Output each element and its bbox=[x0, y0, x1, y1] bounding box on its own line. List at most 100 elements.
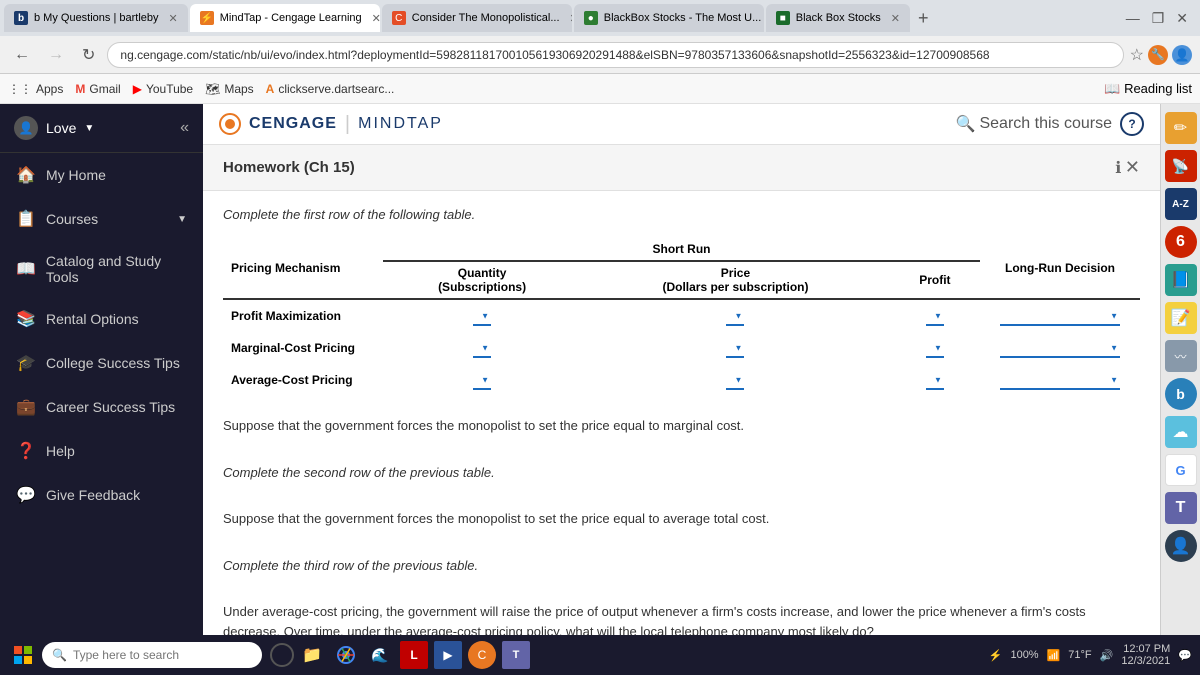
tab-label-consider: Consider The Monopolistical... bbox=[412, 12, 560, 24]
tab-close-blackbox2-icon[interactable]: ✕ bbox=[891, 12, 900, 25]
bookmark-apps[interactable]: ⋮⋮ Apps bbox=[8, 82, 63, 96]
tab-blackbox1[interactable]: ● BlackBox Stocks - The Most U... ✕ bbox=[574, 4, 764, 32]
sidebar-item-my-home[interactable]: 🏠 My Home bbox=[0, 153, 203, 197]
right-icon-wave[interactable]: 〰 bbox=[1165, 340, 1197, 372]
tab-close-mindtap-icon[interactable]: ✕ bbox=[372, 12, 380, 25]
right-icon-notepad[interactable]: 📝 bbox=[1165, 302, 1197, 334]
taskbar-icon-app[interactable]: ▶ bbox=[434, 641, 462, 669]
address-input[interactable] bbox=[107, 42, 1123, 68]
search-button[interactable]: 🔍 Search this course bbox=[956, 114, 1112, 134]
hw-content: Complete the first row of the following … bbox=[203, 191, 1160, 635]
sidebar-collapse-button[interactable]: « bbox=[180, 119, 189, 137]
price-select-profit-max[interactable] bbox=[726, 306, 744, 326]
taskbar-search-box[interactable]: 🔍 bbox=[42, 642, 262, 668]
profile-icon[interactable]: 👤 bbox=[1172, 45, 1192, 65]
tab-mindtap[interactable]: ⚡ MindTap - Cengage Learning ✕ bbox=[190, 4, 380, 32]
profit-dropdown-marginal[interactable] bbox=[890, 332, 980, 364]
profit-select-average[interactable] bbox=[926, 370, 944, 390]
col-pricing: Pricing Mechanism bbox=[223, 238, 383, 299]
longrun-dropdown-average[interactable] bbox=[980, 364, 1140, 396]
taskbar-icon-cengage[interactable]: C bbox=[468, 641, 496, 669]
right-icon-b[interactable]: b bbox=[1165, 378, 1197, 410]
refresh-button[interactable]: ↻ bbox=[76, 43, 101, 67]
tab-bartleby[interactable]: b b My Questions | bartleby ✕ bbox=[4, 4, 188, 32]
ext-icon1[interactable]: 🔧 bbox=[1148, 45, 1168, 65]
right-icon-az[interactable]: A-Z bbox=[1165, 188, 1197, 220]
right-icon-cloud[interactable]: ☁ bbox=[1165, 416, 1197, 448]
tab-close-icon[interactable]: ✕ bbox=[169, 12, 178, 25]
hw-panel: Homework (Ch 15) ℹ ✕ Complete the first … bbox=[203, 145, 1160, 635]
right-icon-book[interactable]: 📘 bbox=[1165, 264, 1197, 296]
price-dropdown-average[interactable] bbox=[581, 364, 890, 396]
taskbar-icon-l[interactable]: L bbox=[400, 641, 428, 669]
sidebar-item-rental[interactable]: 📚 Rental Options bbox=[0, 297, 203, 341]
short-run-header: Short Run bbox=[383, 238, 980, 261]
mindtap-logo: CENGAGE | MINDTAP bbox=[219, 113, 443, 136]
star-icon[interactable]: ☆ bbox=[1130, 45, 1144, 65]
quantity-dropdown-profit-max[interactable] bbox=[383, 299, 581, 332]
sidebar-item-label: Catalog and Study Tools bbox=[46, 253, 187, 285]
close-icon[interactable]: ✕ bbox=[1176, 10, 1188, 27]
minimize-icon[interactable]: — bbox=[1126, 10, 1140, 27]
bookmark-clickserve[interactable]: A clickserve.dartsearc... bbox=[266, 82, 395, 96]
profit-select-profit-max[interactable] bbox=[926, 306, 944, 326]
tab-close-consider-icon[interactable]: ✕ bbox=[570, 12, 572, 25]
para-1: Suppose that the government forces the m… bbox=[223, 416, 1140, 436]
taskbar-search-input[interactable] bbox=[73, 648, 233, 662]
sidebar-user[interactable]: 👤 Love ▼ bbox=[14, 116, 94, 140]
hw-info-button[interactable]: ℹ bbox=[1115, 158, 1121, 178]
tab-blackbox2[interactable]: ■ Black Box Stocks ✕ bbox=[766, 4, 910, 32]
start-button[interactable] bbox=[8, 640, 38, 670]
tab-consider[interactable]: C Consider The Monopolistical... ✕ bbox=[382, 4, 572, 32]
right-icon-6[interactable]: 6 bbox=[1165, 226, 1197, 258]
taskbar-search-icon: 🔍 bbox=[52, 648, 67, 662]
restore-icon[interactable]: ❐ bbox=[1152, 10, 1165, 27]
right-icon-rss[interactable]: 📡 bbox=[1165, 150, 1197, 182]
chrome-icon bbox=[337, 646, 355, 664]
profit-dropdown-average[interactable] bbox=[890, 364, 980, 396]
longrun-select-average[interactable] bbox=[1000, 370, 1120, 390]
taskbar-icon-files[interactable]: 📁 bbox=[298, 641, 326, 669]
forward-button[interactable]: → bbox=[42, 44, 70, 66]
taskbar-circle-btn[interactable] bbox=[270, 643, 294, 667]
right-icon-person[interactable]: 👤 bbox=[1165, 530, 1197, 562]
reading-list-label[interactable]: 📖 Reading list bbox=[1104, 81, 1192, 97]
taskbar-icons: 📁 🌊 L ▶ C T bbox=[298, 641, 530, 669]
quantity-select-marginal[interactable] bbox=[473, 338, 491, 358]
right-icon-pencil[interactable]: ✏ bbox=[1165, 112, 1197, 144]
sidebar-item-catalog[interactable]: 📖 Catalog and Study Tools bbox=[0, 241, 203, 297]
right-icon-teams[interactable]: T bbox=[1165, 492, 1197, 524]
sidebar-item-feedback[interactable]: 💬 Give Feedback bbox=[0, 473, 203, 517]
price-select-average[interactable] bbox=[726, 370, 744, 390]
quantity-dropdown-marginal[interactable] bbox=[383, 332, 581, 364]
bookmark-maps[interactable]: 🗺 Maps bbox=[205, 82, 254, 96]
quantity-dropdown-average[interactable] bbox=[383, 364, 581, 396]
bookmark-youtube[interactable]: ▶ YouTube bbox=[133, 82, 193, 96]
price-dropdown-profit-max[interactable] bbox=[581, 299, 890, 332]
longrun-select-profit-max[interactable] bbox=[1000, 306, 1120, 326]
taskbar-icon-teams[interactable]: T bbox=[502, 641, 530, 669]
sidebar-item-help[interactable]: ❓ Help bbox=[0, 429, 203, 473]
quantity-select-average[interactable] bbox=[473, 370, 491, 390]
tab-favicon-blackbox1: ● bbox=[584, 11, 598, 25]
taskbar-icon-edge[interactable]: 🌊 bbox=[366, 641, 394, 669]
new-tab-button[interactable]: + bbox=[912, 8, 935, 29]
profit-dropdown-profit-max[interactable] bbox=[890, 299, 980, 332]
longrun-select-marginal[interactable] bbox=[1000, 338, 1120, 358]
hw-close-button[interactable]: ✕ bbox=[1125, 157, 1140, 178]
sidebar-item-career-success[interactable]: 💼 Career Success Tips bbox=[0, 385, 203, 429]
price-dropdown-marginal[interactable] bbox=[581, 332, 890, 364]
help-button[interactable]: ? bbox=[1120, 112, 1144, 136]
price-select-marginal[interactable] bbox=[726, 338, 744, 358]
profit-select-marginal[interactable] bbox=[926, 338, 944, 358]
sidebar-item-college-success[interactable]: 🎓 College Success Tips bbox=[0, 341, 203, 385]
sidebar-item-courses[interactable]: 📋 Courses ▼ bbox=[0, 197, 203, 241]
taskbar-icon-chrome[interactable] bbox=[332, 641, 360, 669]
longrun-dropdown-profit-max[interactable] bbox=[980, 299, 1140, 332]
longrun-dropdown-marginal[interactable] bbox=[980, 332, 1140, 364]
bookmark-gmail[interactable]: M Gmail bbox=[75, 82, 120, 96]
right-icon-google[interactable]: G bbox=[1165, 454, 1197, 486]
back-button[interactable]: ← bbox=[8, 44, 36, 66]
notification-icon[interactable]: 💬 bbox=[1178, 649, 1192, 662]
quantity-select-profit-max[interactable] bbox=[473, 306, 491, 326]
